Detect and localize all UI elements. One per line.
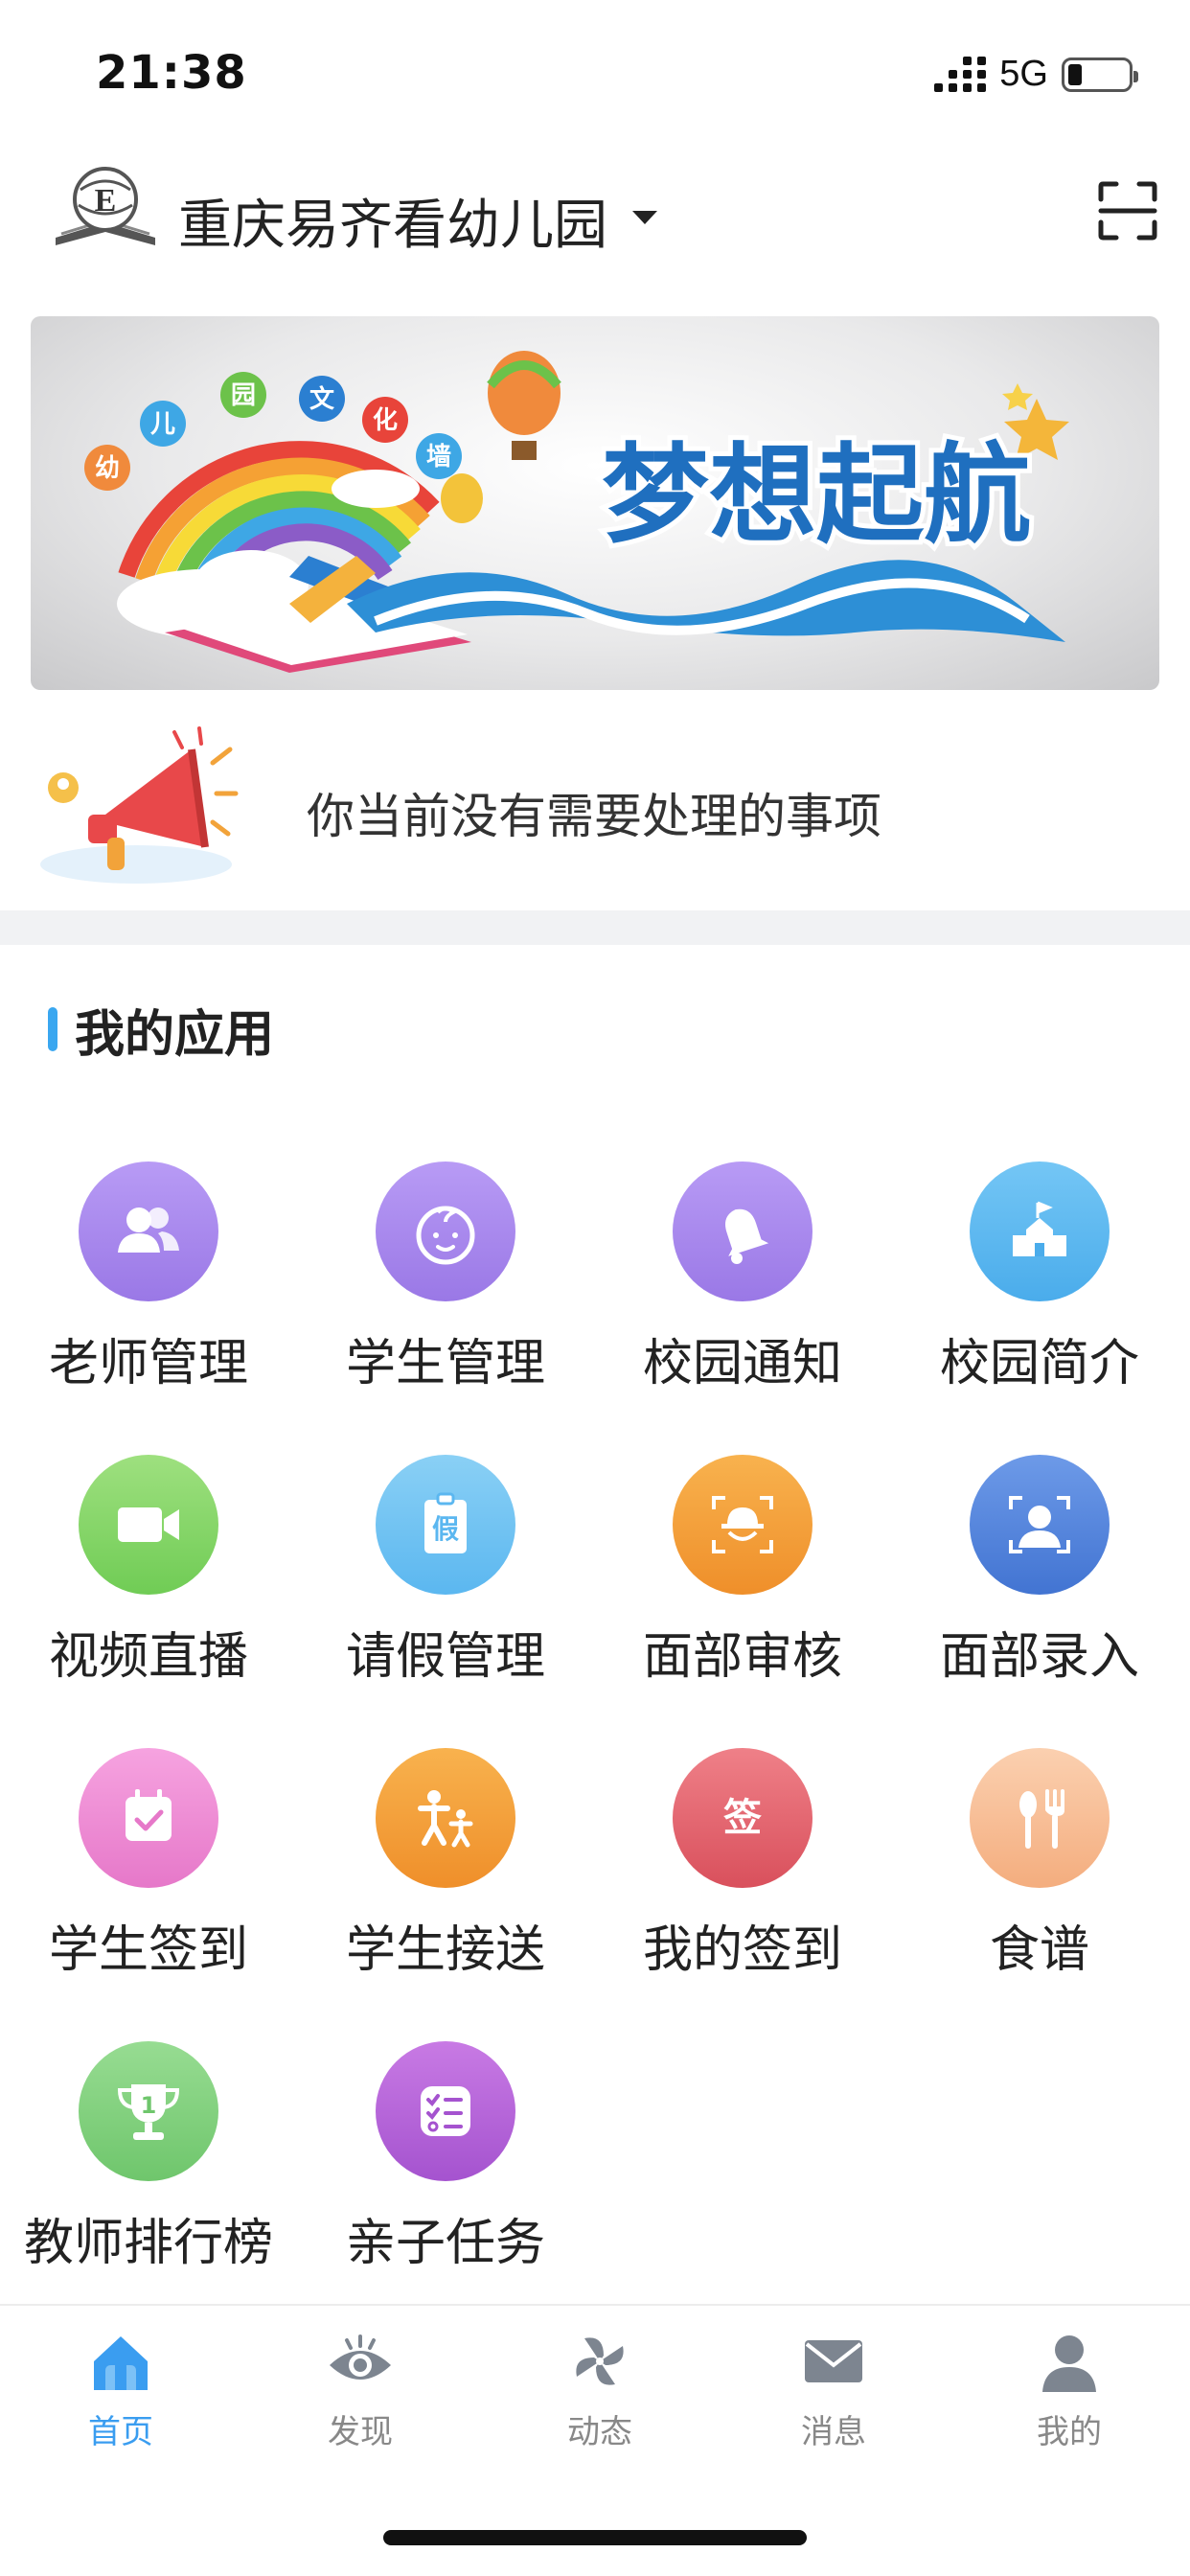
app-label: 教师排行榜 <box>23 2215 273 2272</box>
baby-face-icon <box>376 1162 515 1301</box>
app-label: 学生接送 <box>345 1921 545 1979</box>
app-label: 老师管理 <box>48 1335 248 1392</box>
apps-section-header: 我的应用 <box>48 1002 274 1064</box>
mail-icon <box>805 2340 862 2382</box>
network-label: 5G <box>999 54 1048 94</box>
signal-icon <box>934 57 987 92</box>
eye-icon <box>330 2334 391 2380</box>
todo-notice[interactable]: 你当前没有需要处理的事项 <box>0 709 1190 901</box>
caret-down-icon[interactable] <box>632 211 657 224</box>
school-building-icon <box>970 1162 1110 1301</box>
app-label: 学生管理 <box>345 1335 545 1392</box>
task-list-icon <box>376 2041 515 2181</box>
sign-glyph: 签 <box>723 1796 762 1840</box>
app-screen: 21:38 5G E 重庆易齐看幼儿园 幼 儿 园 文 化 墙 梦想起航 你当前… <box>0 0 1190 2576</box>
app-label: 亲子任务 <box>345 2215 545 2272</box>
banner-tag: 文 <box>309 384 335 414</box>
pinwheel-icon <box>576 2337 624 2385</box>
banner-illustration: 幼 儿 园 文 化 墙 梦想起航 <box>84 351 1069 673</box>
app-parent-child-tasks[interactable]: 亲子任务 <box>297 2030 594 2308</box>
notice-text: 你当前没有需要处理的事项 <box>307 789 881 844</box>
home-icon <box>94 2336 148 2390</box>
app-campus-intro[interactable]: 校园简介 <box>891 1150 1188 1428</box>
teachers-icon <box>79 1162 218 1301</box>
calendar-check-icon <box>79 1748 218 1888</box>
tab-label: 发现 <box>328 2413 393 2451</box>
app-my-checkin[interactable]: 签 我的签到 <box>594 1736 891 2014</box>
app-leave-management[interactable]: 假 请假管理 <box>297 1443 594 1721</box>
tab-label: 我的 <box>1037 2413 1102 2451</box>
tab-discover[interactable]: 发现 <box>264 2327 456 2471</box>
spoon-fork-icon <box>970 1748 1110 1888</box>
tab-label: 动态 <box>567 2413 632 2451</box>
app-campus-notice[interactable]: 校园通知 <box>594 1150 891 1428</box>
section-divider <box>0 910 1190 945</box>
app-recipes[interactable]: 食谱 <box>891 1736 1188 2014</box>
tab-home[interactable]: 首页 <box>25 2327 217 2471</box>
app-label: 面部审核 <box>642 1628 842 1686</box>
video-camera-icon <box>79 1455 218 1595</box>
tab-feed[interactable]: 动态 <box>504 2327 696 2471</box>
sign-icon: 签 <box>673 1748 812 1888</box>
bell-icon <box>673 1162 812 1301</box>
parent-child-icon <box>376 1748 515 1888</box>
app-label: 学生签到 <box>48 1921 248 1979</box>
face-scan-icon <box>673 1455 812 1595</box>
banner-tag: 儿 <box>150 410 175 439</box>
banner-tag: 园 <box>231 381 256 410</box>
app-face-review[interactable]: 面部审核 <box>594 1443 891 1721</box>
section-title: 我的应用 <box>75 1005 275 1064</box>
battery-icon <box>1062 57 1138 92</box>
scan-icon[interactable] <box>1097 180 1158 242</box>
app-label: 请假管理 <box>345 1628 545 1686</box>
banner-tag: 墙 <box>426 443 451 472</box>
svg-text:E: E <box>95 183 117 218</box>
banner-title: 梦想起航 <box>602 433 1031 558</box>
tab-label: 首页 <box>88 2413 153 2451</box>
status-indicators: 5G <box>934 54 1138 95</box>
app-label: 面部录入 <box>939 1628 1139 1686</box>
app-label: 校园通知 <box>642 1335 842 1392</box>
tab-mine[interactable]: 我的 <box>973 2327 1165 2471</box>
home-indicator[interactable] <box>383 2530 807 2545</box>
app-teacher-management[interactable]: 老师管理 <box>0 1150 297 1428</box>
section-accent-bar <box>48 1007 57 1051</box>
trophy-icon: 1 <box>79 2041 218 2181</box>
header: E 重庆易齐看幼儿园 <box>0 153 1190 278</box>
status-time: 21:38 <box>96 46 247 100</box>
app-label: 校园简介 <box>939 1335 1139 1392</box>
banner-tag: 幼 <box>95 454 120 483</box>
school-name[interactable]: 重庆易齐看幼儿园 <box>178 182 607 260</box>
leave-badge-icon: 假 <box>376 1455 515 1595</box>
svg-text:假: 假 <box>432 1513 459 1545</box>
school-logo-icon: E <box>56 167 155 245</box>
app-label: 食谱 <box>989 1921 1089 1979</box>
app-teacher-ranking[interactable]: 1 教师排行榜 <box>0 2030 297 2308</box>
trophy-glyph: 1 <box>141 2092 157 2119</box>
promo-banner[interactable]: 幼 儿 园 文 化 墙 梦想起航 <box>31 316 1159 690</box>
bottom-tab-bar: 首页 发现 动态 消息 我的 <box>0 2304 1190 2476</box>
app-label: 我的签到 <box>642 1921 842 1979</box>
app-student-management[interactable]: 学生管理 <box>297 1150 594 1428</box>
banner-tag: 化 <box>373 406 398 435</box>
app-student-pickup[interactable]: 学生接送 <box>297 1736 594 2014</box>
app-face-entry[interactable]: 面部录入 <box>891 1443 1188 1721</box>
app-label: 视频直播 <box>48 1628 248 1686</box>
status-bar: 21:38 5G <box>0 0 1190 144</box>
tab-messages[interactable]: 消息 <box>738 2327 929 2471</box>
person-icon <box>1042 2335 1096 2392</box>
app-video-live[interactable]: 视频直播 <box>0 1443 297 1721</box>
app-student-checkin[interactable]: 学生签到 <box>0 1736 297 2014</box>
megaphone-icon <box>40 726 239 884</box>
tab-label: 消息 <box>801 2413 866 2451</box>
face-id-icon <box>970 1455 1110 1595</box>
